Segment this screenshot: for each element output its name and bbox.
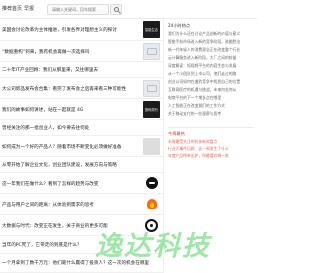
feed-item[interactable]: “数据重构”到来，我有机会再做一次选择吗 <box>0 41 163 62</box>
watermark-text: 逸达科技 <box>95 231 211 262</box>
feed-item[interactable]: 大公司新品发布会合集：看完了发布会之后再来看三种可能性 <box>0 78 163 99</box>
brand-logo-icon <box>146 177 158 189</box>
feed-item-thumbnail[interactable] <box>143 138 160 155</box>
sidebar-link[interactable]: 深度解读：短视频平台的内容生态与发展 <box>168 63 256 69</box>
sidebar-link[interactable]: 智能手机市场进入新的竞争阶段，谁能胜出 <box>168 39 256 45</box>
sidebar-section-title: 24小时热点 <box>168 23 191 28</box>
feed-item-title[interactable]: 二十年IT产业回顾：我们从那里来，又往哪里去 <box>2 67 98 73</box>
thumbnail-caption: 数码周刊 <box>145 108 158 112</box>
sidebar-link[interactable]: 云计算服务进入新阶段，大厂之间的较量 <box>168 55 256 61</box>
sidebar-link[interactable]: 从一个小团队到上市公司，他们走过的路 <box>168 71 256 77</box>
feed-item-title[interactable]: 我们的故事如何讲述，站在一起就是 4G <box>2 107 83 113</box>
feed-item-title[interactable]: 这一年我们在做什么？看到了怎样的趋势与改变 <box>2 181 98 187</box>
sidebar-divider <box>168 127 254 128</box>
sidebar-link[interactable]: 人工智能正在改变我们的工作方式 <box>168 103 256 109</box>
feed-item[interactable]: 曾经关注的那一批创业人，如今要去往何处 <box>0 120 163 136</box>
sidebar-section-title-hot: 今周最热 <box>168 131 185 136</box>
feed-item[interactable]: 如何成为一个好的产品人？随着市场不断变化必须做好准备 <box>0 136 163 157</box>
sidebar-link[interactable]: 互联网医疗的机遇与挑战，未来何去何从 <box>168 87 256 93</box>
feed-item[interactable]: 从零开始了解企业文化，创业团队建设，发展方向与策略 <box>0 157 163 173</box>
sidebar-link[interactable]: 新一代年轻人的消费观念正在改变整个行业 <box>168 47 256 53</box>
sidebar-hot-link[interactable]: 本周最受关注的科技新闻盘点 <box>168 139 256 145</box>
feed-item-title[interactable]: 曾经关注的那一批创业人，如今要去往何处 <box>2 125 89 131</box>
feed-item-title[interactable]: 产品与用户之间的距离：从体验到需求的思考 <box>2 202 94 208</box>
feed-item-thumbnail[interactable] <box>143 175 160 192</box>
nav-recommend-link[interactable]: 早报 <box>24 5 34 12</box>
feed-item-thumbnail[interactable] <box>143 43 160 60</box>
image-placeholder-icon <box>147 85 157 92</box>
sidebar-hot-link[interactable]: 行业大事件回顾：这一周发生了什么 <box>168 146 256 152</box>
feed-item[interactable]: 美国会讨论改革为主体推进，引发各界对理想主义的探讨 智能生活 <box>0 19 163 41</box>
feed-item-thumbnail[interactable]: 智能生活 <box>143 21 160 38</box>
nav-home-link[interactable]: 推荐首页 <box>2 5 22 12</box>
sidebar-hot-link[interactable]: 年度产品榜单出炉，你最喜欢哪一款 <box>168 153 256 159</box>
search-icon-handle <box>118 11 121 14</box>
search-input[interactable] <box>47 4 109 15</box>
feed-item[interactable]: 二十年IT产业回顾：我们从那里来，又往哪里去 <box>0 62 163 78</box>
feed-item-title[interactable]: 美国会讨论改革为主体推进，引发各界对理想主义的探讨 <box>2 27 117 33</box>
flame-logo-icon <box>147 199 157 209</box>
feed-item[interactable]: 我们的故事如何讲述，站在一起就是 4G 数码周刊 <box>0 99 163 120</box>
feed-item-title[interactable]: 当年的PC死了，它带走的到底是什么？ <box>2 242 81 248</box>
feed-item-title[interactable]: 如何成为一个好的产品人？随着市场不断变化必须做好准备 <box>2 144 121 150</box>
thumbnail-caption: 智能生活 <box>145 28 158 32</box>
sidebar-link[interactable]: 关于移动支付的一些观察与思考 <box>168 111 256 117</box>
image-placeholder-icon <box>147 48 157 55</box>
sidebar-link[interactable]: 电商平台的下一个增长点在哪里 <box>168 95 256 101</box>
site-watermark: 逸达科技 <box>95 224 255 264</box>
sidebar-link[interactable]: 创业公司如何在激烈竞争中找到自己的位置 <box>168 79 256 85</box>
top-nav-bar: 推荐首页 早报 <box>0 0 257 19</box>
feed-item-title[interactable]: 大公司新品发布会合集：看完了发布会之后再来看三种可能性 <box>2 86 126 92</box>
feed-item[interactable]: 产品与用户之间的距离：从体验到需求的思考 <box>0 194 163 215</box>
feed-item[interactable]: 这一年我们在做什么？看到了怎样的趋势与改变 <box>0 173 163 194</box>
search-button[interactable] <box>110 4 122 15</box>
feed-item-title[interactable]: “数据重构”到来，我有机会再做一次选择吗 <box>2 49 89 55</box>
feed-item-thumbnail[interactable] <box>143 80 160 97</box>
feed-item-thumbnail[interactable] <box>143 196 160 213</box>
feed-item-thumbnail[interactable]: 数码周刊 <box>143 101 160 118</box>
feed-item-title[interactable]: 大数据与时代：改变正在发生，关于商业的更多可能 <box>2 223 108 229</box>
sidebar-link[interactable]: 我们为什么还在讨论产品创新的价值与意义 <box>168 31 256 37</box>
feed-item-title[interactable]: 从零开始了解企业文化，创业团队建设，发展方向与策略 <box>2 162 117 168</box>
